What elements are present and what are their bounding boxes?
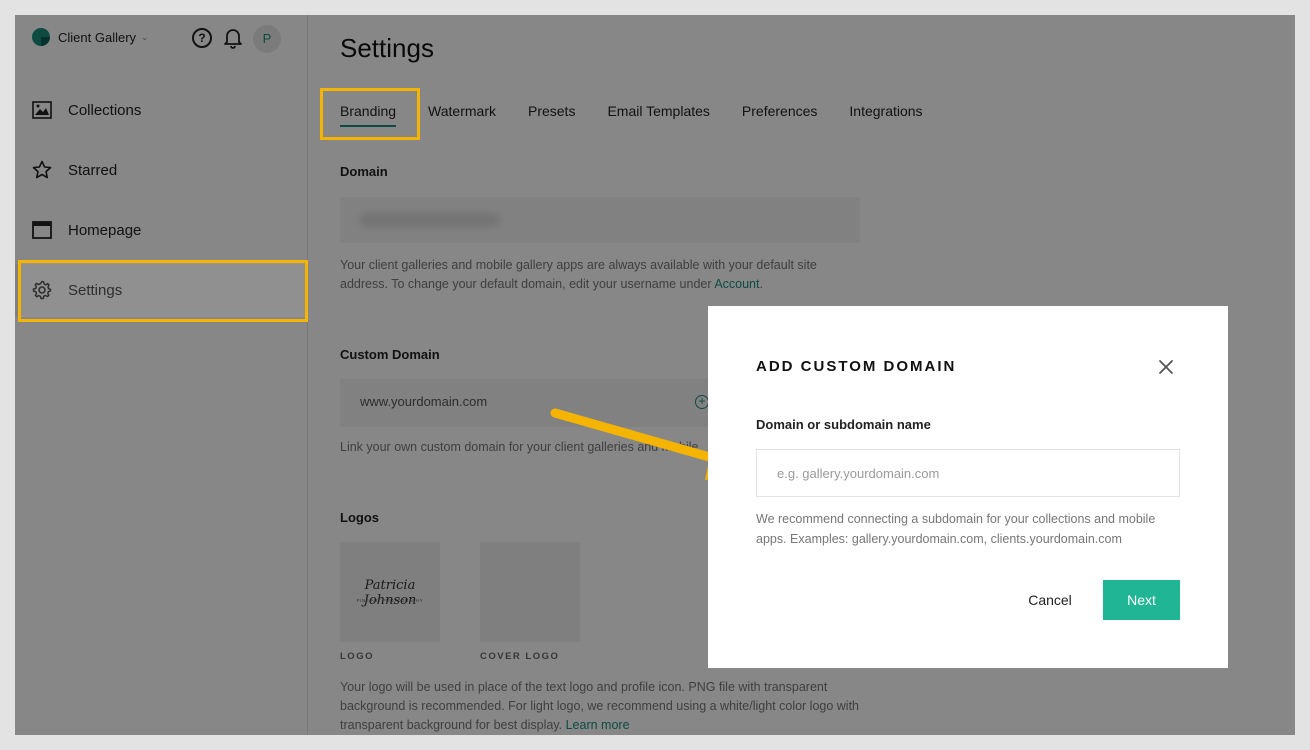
dialog-title: ADD CUSTOM DOMAIN [756,358,957,375]
domain-name-label: Domain or subdomain name [756,417,931,432]
domain-name-input[interactable] [756,449,1180,497]
branding-highlight-box [320,88,420,140]
cancel-button[interactable]: Cancel [1018,580,1082,620]
dialog-help-text: We recommend connecting a subdomain for … [756,512,1156,546]
app-window: Client Gallery ⌄ ? P Collections Starred [15,15,1295,735]
next-button[interactable]: Next [1103,580,1180,620]
add-custom-domain-dialog: ADD CUSTOM DOMAIN Domain or subdomain na… [708,306,1228,668]
close-icon[interactable] [1155,356,1177,378]
settings-highlight-box [18,260,308,322]
